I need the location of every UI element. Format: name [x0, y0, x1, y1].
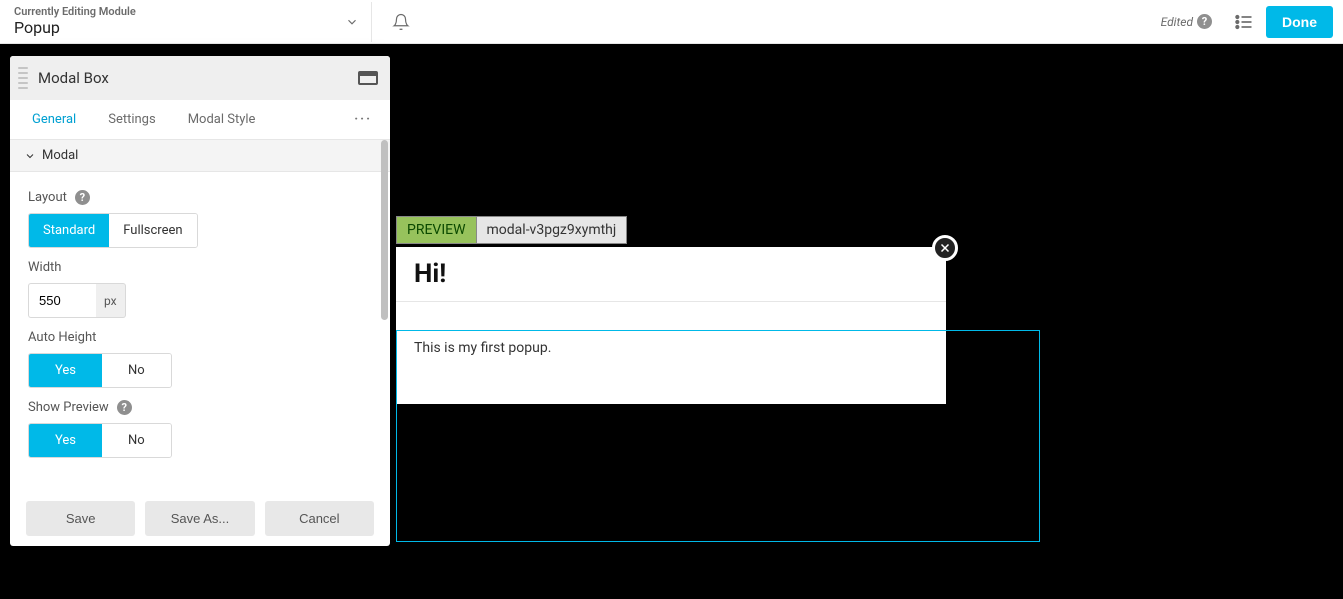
chevron-down-icon — [345, 15, 359, 29]
showpreview-label: Show Preview ? — [28, 400, 372, 415]
tab-more-button[interactable]: ··· — [342, 104, 384, 135]
sequence-button[interactable] — [1234, 12, 1254, 32]
modal-title: Hi! — [396, 247, 946, 302]
showpreview-no-button[interactable]: No — [102, 424, 171, 457]
preview-tag[interactable]: PREVIEW modal-v3pgz9xymthj — [396, 216, 627, 244]
cancel-button[interactable]: Cancel — [265, 501, 374, 536]
module-switcher[interactable]: Currently Editing Module Popup — [14, 6, 359, 37]
autoheight-yes-button[interactable]: Yes — [29, 354, 102, 387]
module-label: Currently Editing Module — [14, 6, 359, 18]
divider — [371, 2, 372, 42]
autoheight-segment: Yes No — [28, 353, 172, 388]
canvas[interactable]: Modal Box General Settings Modal Style ·… — [0, 44, 1343, 599]
done-button[interactable]: Done — [1266, 6, 1333, 38]
width-unit: px — [96, 283, 126, 318]
showpreview-yes-button[interactable]: Yes — [29, 424, 102, 457]
top-bar: Currently Editing Module Popup Edited ? … — [0, 0, 1343, 44]
autoheight-label: Auto Height — [28, 330, 372, 345]
panel-tabs: General Settings Modal Style ··· — [10, 100, 390, 140]
layout-label: Layout ? — [28, 190, 372, 205]
width-label: Width — [28, 260, 372, 275]
window-icon[interactable] — [358, 71, 378, 85]
close-icon — [939, 242, 951, 254]
layout-fullscreen-button[interactable]: Fullscreen — [109, 214, 196, 247]
properties-panel: Modal Box General Settings Modal Style ·… — [10, 56, 390, 546]
module-name: Popup — [14, 18, 359, 37]
layout-standard-button[interactable]: Standard — [29, 214, 109, 247]
drag-handle-icon[interactable] — [18, 67, 28, 89]
panel-body: Modal Layout ? Standard Fullscreen Width — [10, 140, 390, 491]
scrollbar[interactable] — [381, 140, 388, 320]
panel-header[interactable]: Modal Box — [10, 56, 390, 100]
edited-indicator: Edited ? — [1161, 14, 1212, 29]
preview-id: modal-v3pgz9xymthj — [476, 216, 628, 244]
modal-preview[interactable]: Hi! This is my first popup. — [396, 247, 946, 404]
width-input[interactable] — [28, 283, 96, 318]
section-label: Modal — [42, 148, 78, 163]
panel-title: Modal Box — [38, 69, 358, 87]
showpreview-segment: Yes No — [28, 423, 172, 458]
chevron-down-icon — [24, 150, 36, 162]
help-icon[interactable]: ? — [117, 400, 132, 415]
help-icon[interactable]: ? — [1197, 14, 1212, 29]
tab-modal-style[interactable]: Modal Style — [172, 102, 272, 137]
autoheight-no-button[interactable]: No — [102, 354, 171, 387]
save-button[interactable]: Save — [26, 501, 135, 536]
panel-footer: Save Save As... Cancel — [10, 491, 390, 546]
save-as-button[interactable]: Save As... — [145, 501, 254, 536]
modal-close-button[interactable] — [932, 235, 958, 261]
list-icon — [1234, 12, 1254, 32]
tab-general[interactable]: General — [16, 102, 92, 137]
bell-icon — [392, 13, 410, 31]
preview-badge: PREVIEW — [396, 216, 476, 244]
layout-segment: Standard Fullscreen — [28, 213, 198, 248]
help-icon[interactable]: ? — [75, 190, 90, 205]
modal-body-text: This is my first popup. — [396, 330, 946, 404]
edited-text: Edited — [1161, 15, 1193, 29]
notifications-button[interactable] — [384, 7, 418, 37]
section-modal-toggle[interactable]: Modal — [10, 140, 390, 172]
tab-settings[interactable]: Settings — [92, 102, 171, 137]
